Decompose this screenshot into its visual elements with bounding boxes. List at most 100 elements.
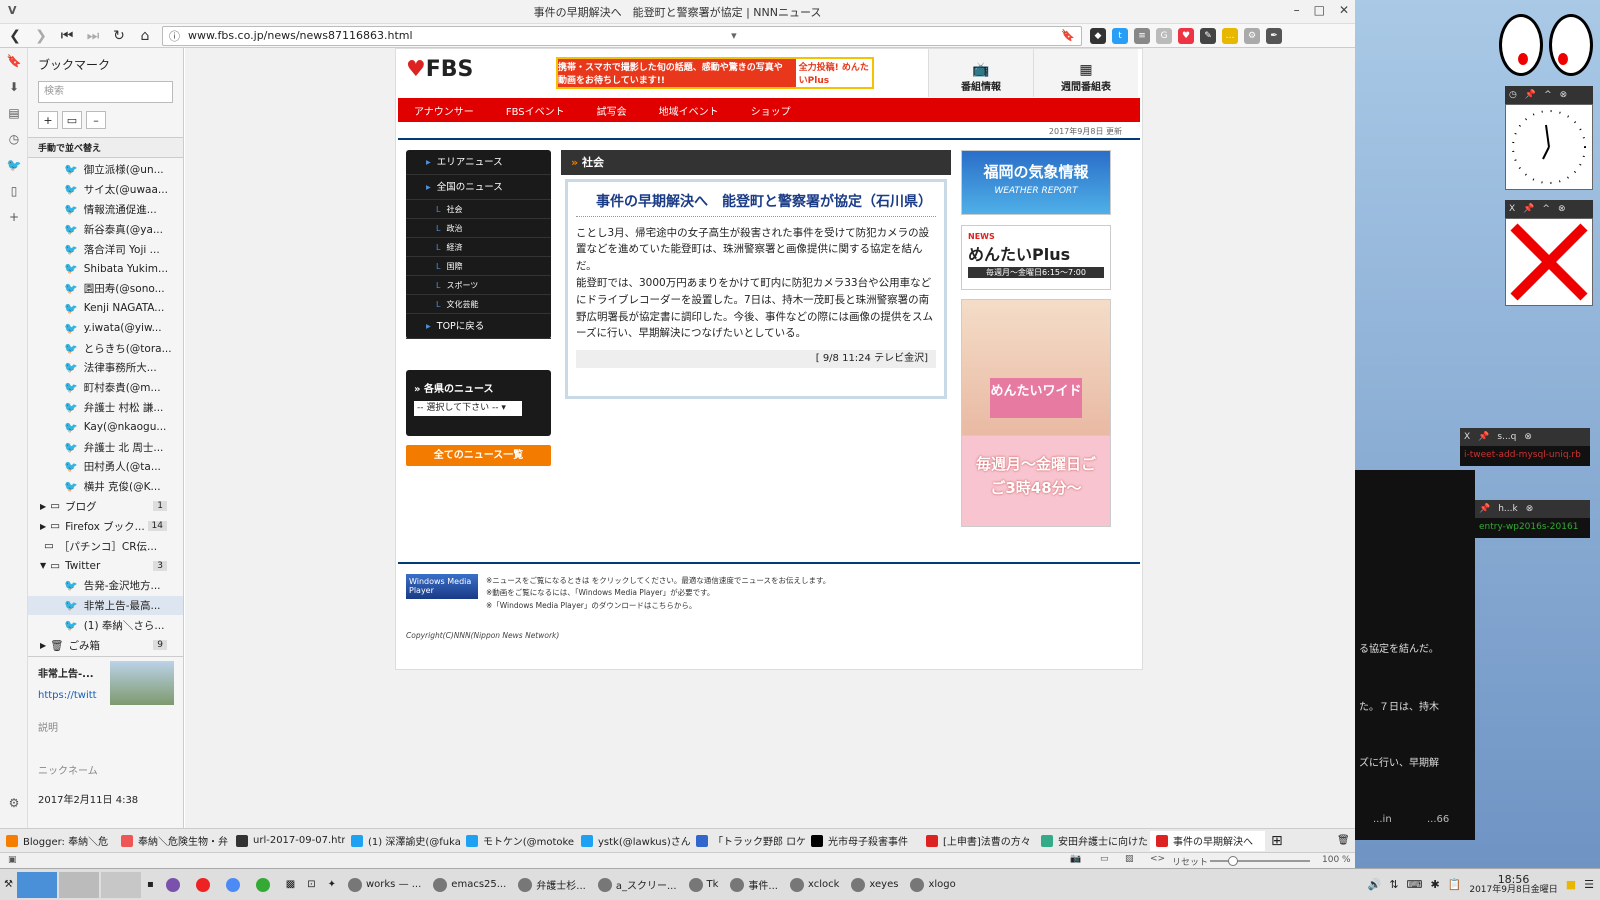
menu-item[interactable]: L 社会 [406, 200, 551, 219]
workspace-2[interactable] [58, 871, 99, 898]
xlogo-titlebar[interactable]: X 📌 ^ ⊗ [1505, 200, 1593, 218]
browser-tab[interactable]: 事件の早期解決へ [1150, 830, 1265, 851]
bookmark-item[interactable]: 🐦 非常上告-最高... [28, 595, 183, 616]
chrome-launch-icon[interactable] [220, 872, 250, 898]
bookmark-item[interactable]: 🐦 横井 克俊(@K... [64, 477, 183, 497]
dropdown-icon[interactable]: ▾ [731, 29, 737, 42]
home-button[interactable]: ⌂ [134, 26, 156, 46]
expander-icon[interactable]: ▶ [40, 502, 46, 511]
add-panel-icon[interactable]: + [0, 204, 28, 230]
camera-icon[interactable]: 📷 [1070, 854, 1081, 864]
nav-link[interactable]: 試写会 [581, 103, 643, 118]
bookmark-item[interactable]: 🐦 園田寿(@sono... [64, 279, 183, 299]
close-window-icon[interactable]: ⊗ [1558, 204, 1566, 214]
windows-media-player-logo[interactable]: Windows Media Player [406, 574, 478, 599]
network-icon[interactable]: ⇅ [1389, 878, 1398, 891]
all-news-button[interactable]: 全てのニュース一覧 [406, 445, 551, 466]
task-button[interactable]: Tk [683, 872, 725, 898]
reload-button[interactable]: ↻ [108, 26, 130, 46]
menu-item[interactable]: L スポーツ [406, 276, 551, 295]
notes-icon[interactable]: ≡ [1134, 27, 1150, 44]
vivaldi-launch-icon[interactable] [190, 872, 220, 898]
settings-gear-icon[interactable]: ⚙ [0, 790, 28, 816]
bookmark-icon[interactable]: 🔖 [1061, 29, 1075, 42]
back-button[interactable]: ❮ [4, 26, 26, 46]
task-button[interactable]: 弁護士杉... [512, 872, 592, 898]
pin-icon[interactable]: 📌 [1479, 504, 1490, 514]
zoom-reset-button[interactable]: リセット [1172, 855, 1208, 868]
twitter-panel-icon[interactable]: 🐦 [0, 152, 28, 178]
add-folder-button[interactable]: ▭ [62, 111, 82, 129]
maximize-icon[interactable]: □ [1314, 3, 1325, 17]
code-icon[interactable]: <> [1150, 854, 1165, 864]
window-icon[interactable]: ▭ [1100, 854, 1109, 864]
bookmark-search-input[interactable]: 検索 [38, 81, 173, 103]
collapse-icon[interactable]: ^ [1544, 90, 1552, 100]
task-button[interactable]: xeyes [845, 872, 904, 898]
browser-tab[interactable]: Blogger: 奉納＼危 [0, 831, 115, 851]
weather-ad[interactable]: 福岡の気象情報 WEATHER REPORT [961, 150, 1111, 215]
xclock-titlebar[interactable]: ◷ 📌 ^ ⊗ [1505, 86, 1593, 104]
evernote-icon[interactable]: ✎ [1200, 27, 1216, 44]
remove-bookmark-button[interactable]: – [86, 111, 106, 129]
collapse-icon[interactable]: ^ [1542, 204, 1550, 214]
bookmark-item[interactable]: 🐦 Shibata Yukim... [64, 259, 183, 279]
info-circle-icon[interactable]: ⓘ [169, 28, 180, 44]
bluetooth-icon[interactable]: ✱ [1430, 878, 1439, 891]
zoom-slider-handle[interactable] [1228, 856, 1238, 866]
bookmark-item[interactable]: 🐦 御立派様(@un... [64, 160, 183, 180]
expander-icon[interactable]: ▶ [40, 522, 46, 531]
keyboard-icon[interactable]: ⌨ [1407, 878, 1423, 891]
settings-extension-icon[interactable]: ⚙ [1244, 27, 1260, 44]
browser-tab[interactable]: 奉納＼危険生物・弁 [115, 831, 230, 851]
browser-tab[interactable]: モトケン(@motoken [460, 831, 575, 851]
pin-icon[interactable]: 📌 [1525, 90, 1536, 100]
browser-tab[interactable]: 「トラック野郎 ロケ地 [690, 831, 805, 851]
nav-link[interactable]: 地域イベント [643, 103, 735, 118]
expander-icon[interactable]: ▼ [40, 561, 46, 570]
fbs-logo[interactable]: ♥FBS [406, 57, 473, 82]
task-button[interactable]: xlogo [904, 872, 961, 898]
menu-item[interactable]: ▸ エリアニュース [406, 150, 551, 175]
nav-link[interactable]: FBSイベント [490, 103, 581, 118]
taskbar-clock[interactable]: 18:56 2017年9月8日金曜日 [1469, 873, 1557, 896]
mentai-plus-ad[interactable]: NEWS めんたいPlus 毎週月〜金曜日6:15〜7:00 [961, 225, 1111, 290]
menu-item[interactable]: L 経済 [406, 238, 551, 257]
taskbar-launcher-icon[interactable]: ⚒ [0, 872, 17, 898]
bookmark-item[interactable]: 🐦 Kenji NAGATA... [64, 299, 183, 319]
task-button[interactable]: 事件... [724, 872, 784, 898]
page-icon[interactable]: ▯ [0, 178, 28, 204]
bookmark-item[interactable]: 🐦 町村泰貴(@m... [64, 378, 183, 398]
capture-icon[interactable]: G [1156, 27, 1172, 44]
pin-icon[interactable]: 📌 [1478, 432, 1489, 442]
address-bar[interactable]: ⓘ www.fbs.co.jp/news/news87116863.html ▾… [162, 25, 1082, 46]
rewind-button[interactable]: ⏮ [56, 26, 78, 46]
bookmark-item[interactable]: 🐦 法律事務所大... [64, 358, 183, 378]
clipboard-icon[interactable]: 📋 [1448, 878, 1462, 891]
bookmark-folder[interactable]: ▼ ▭ Twitter 3 [28, 556, 183, 576]
twitter-extension-icon[interactable]: t [1112, 27, 1128, 44]
menu-item[interactable]: L 政治 [406, 219, 551, 238]
add-bookmark-button[interactable]: + [38, 111, 58, 129]
bookmark-folder[interactable]: ▶ ▭ Firefox ブック... 14 [28, 516, 183, 536]
weekly-schedule-button[interactable]: ▦ 週間番組表 [1033, 49, 1138, 97]
menu-icon[interactable]: ☰ [1584, 878, 1594, 891]
bookmark-item[interactable]: 🐦 y.iwata(@yiw... [64, 318, 183, 338]
workspace-label[interactable]: ...in [1373, 814, 1392, 825]
screen-launch-icon[interactable]: ▩ [280, 872, 301, 898]
bookmark-folder[interactable]: ▭ ［パチンコ］CR伝... [28, 536, 183, 556]
trash-tab-icon[interactable]: 🗑 [1331, 831, 1355, 851]
browser-tab[interactable]: 光市母子殺害事件 [805, 831, 920, 851]
program-info-button[interactable]: 📺 番組情報 [928, 49, 1033, 97]
task-button[interactable]: works — ... [342, 872, 427, 898]
expander-icon[interactable]: ▶ [40, 641, 46, 650]
bookmark-item[interactable]: 🐦 告発-金沢地方... [28, 576, 183, 596]
mentai-wide-ad[interactable]: めんたいワイド 毎週月〜金曜日ごご3時48分〜 [961, 299, 1111, 527]
app-logo[interactable]: V [8, 4, 17, 17]
sort-mode[interactable]: 手動で並べ替え [28, 137, 183, 158]
bookmark-item[interactable]: 🐦 (1) 奉納＼さら... [28, 615, 183, 635]
bookmark-item[interactable]: 🐦 弁護士 村松 謙... [64, 398, 183, 418]
task-button[interactable]: a_スクリー... [592, 872, 683, 898]
browser-tab[interactable]: 安田弁護士に向けた [1035, 831, 1150, 851]
workspace-label[interactable]: ...66 [1427, 814, 1449, 825]
